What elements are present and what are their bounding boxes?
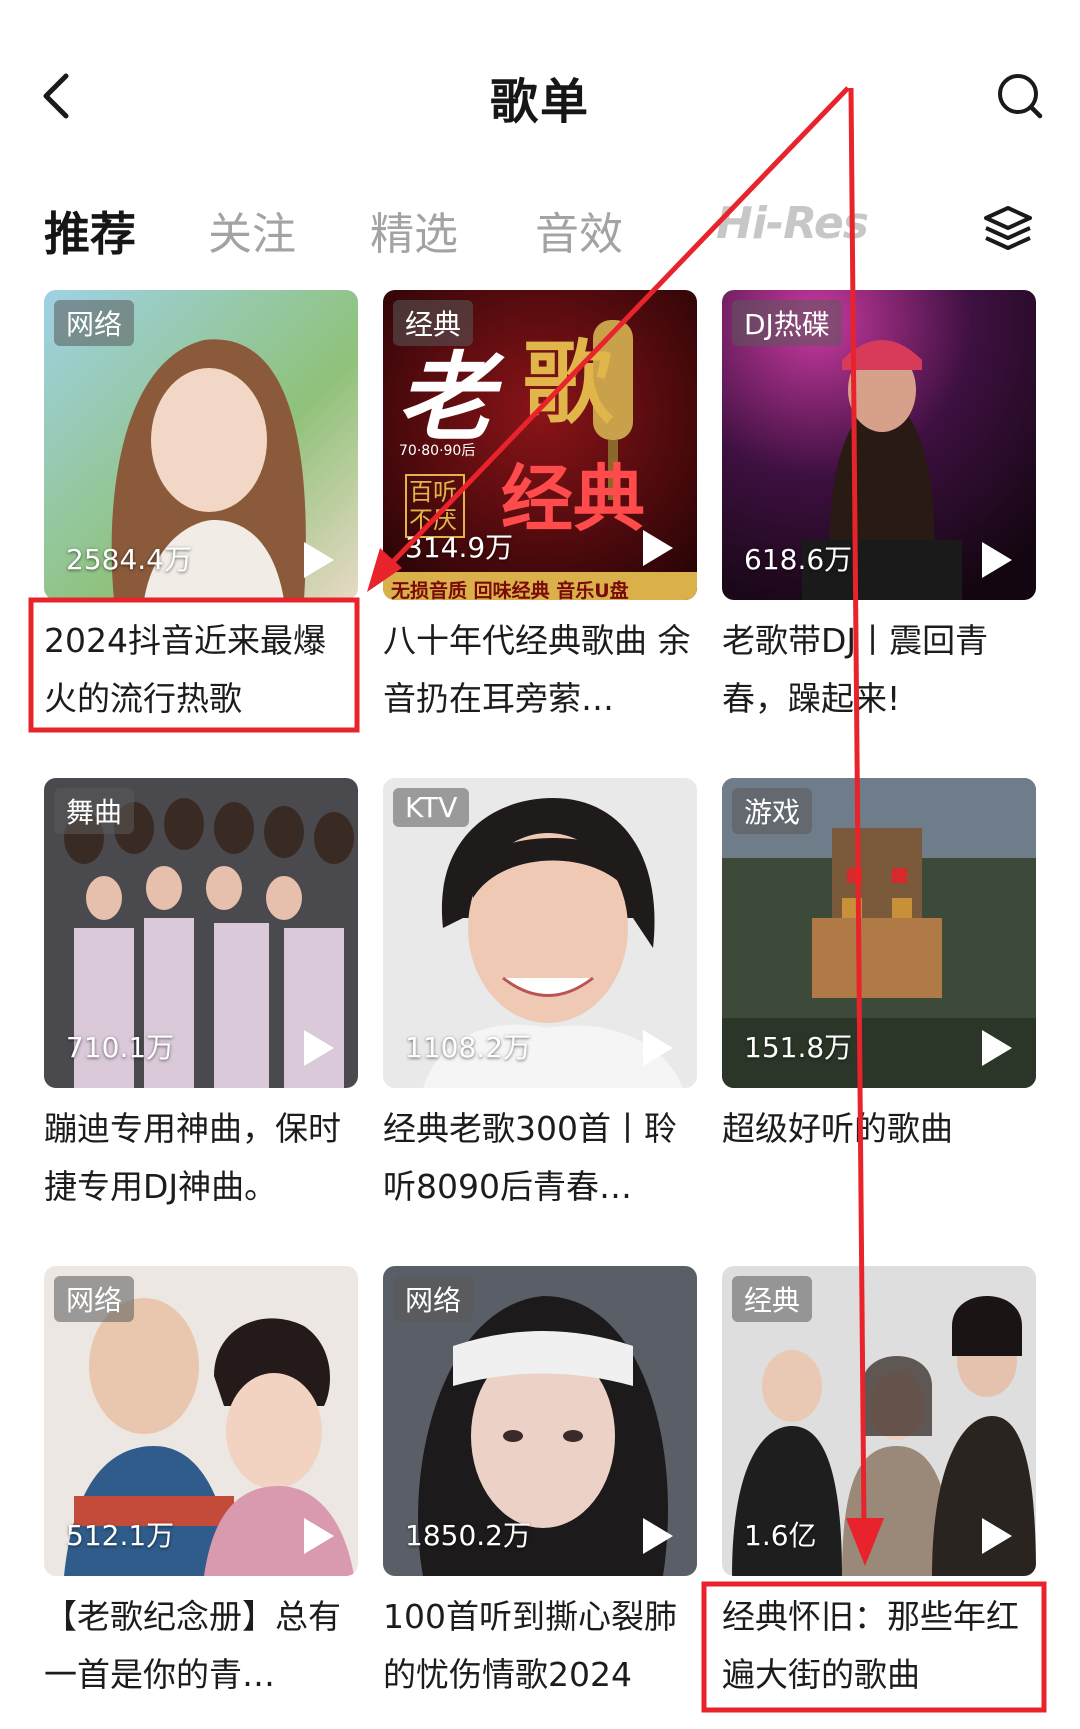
playlist-title[interactable]: 八十年代经典歌曲 余音扔在耳旁萦… xyxy=(383,612,697,728)
play-count: 314.9万 xyxy=(405,531,514,564)
playlist-card[interactable]: DJ热碟 618.6万 老歌带DJ丨震回青春，躁起来! xyxy=(722,290,1036,728)
playlist-card[interactable]: 经典 1.6亿 经典怀旧：那些年红遍大街的歌曲 xyxy=(722,1266,1036,1704)
category-tag: 游戏 xyxy=(732,788,813,834)
category-tag: 经典 xyxy=(732,1276,813,1322)
playlist-card[interactable]: 网络 2584.4万 2024抖音近来最爆火的流行热歌 xyxy=(44,290,358,728)
playlist-cover[interactable]: KTV 1108.2万 xyxy=(383,778,697,1088)
playlist-cover[interactable]: 老 歌 经典 70·80·90后 百听不厌 无损音质 回味经典 音乐U盘 经典 … xyxy=(383,290,697,600)
playlist-cover[interactable]: 网络 2584.4万 xyxy=(44,290,358,600)
cover-big-text: 经典 xyxy=(501,457,646,541)
category-tag: 网络 xyxy=(54,300,135,346)
category-tag: KTV xyxy=(393,788,470,827)
playlist-cover[interactable]: DJ热碟 618.6万 xyxy=(722,290,1036,600)
category-tag: 舞曲 xyxy=(54,788,135,834)
playlist-card[interactable]: 老 歌 经典 70·80·90后 百听不厌 无损音质 回味经典 音乐U盘 经典 … xyxy=(383,290,697,728)
category-tag: DJ热碟 xyxy=(732,300,842,346)
play-icon[interactable] xyxy=(978,1028,1014,1068)
play-icon[interactable] xyxy=(300,540,336,580)
playlist-cover[interactable]: 舞曲 710.1万 xyxy=(44,778,358,1088)
playlist-card[interactable]: 网络 512.1万 【老歌纪念册】总有一首是你的青… xyxy=(44,1266,358,1704)
play-count: 618.6万 xyxy=(744,543,853,576)
play-count: 151.8万 xyxy=(744,1031,853,1064)
playlist-title[interactable]: 【老歌纪念册】总有一首是你的青… xyxy=(44,1588,358,1704)
cover-bottom-text: 无损音质 回味经典 音乐U盘 xyxy=(391,580,629,600)
playlist-card[interactable]: 游戏 151.8万 超级好听的歌曲 xyxy=(722,778,1036,1216)
playlist-title[interactable]: 老歌带DJ丨震回青春，躁起来! xyxy=(722,612,1036,728)
playlist-title[interactable]: 蹦迪专用神曲，保时捷专用DJ神曲。 xyxy=(44,1100,358,1216)
playlist-grid: 网络 2584.4万 2024抖音近来最爆火的流行热歌 老 歌 经典 70·80… xyxy=(0,0,1080,1729)
playlist-title[interactable]: 2024抖音近来最爆火的流行热歌 xyxy=(44,612,358,728)
playlist-card[interactable]: 网络 1850.2万 100首听到撕心裂肺的忧伤情歌2024 xyxy=(383,1266,697,1704)
play-count: 1.6亿 xyxy=(744,1519,817,1552)
category-tag: 网络 xyxy=(393,1276,474,1322)
play-icon[interactable] xyxy=(639,528,675,568)
play-icon[interactable] xyxy=(300,1516,336,1556)
playlist-card[interactable]: 舞曲 710.1万 蹦迪专用神曲，保时捷专用DJ神曲。 xyxy=(44,778,358,1216)
cover-big-text: 歌 xyxy=(523,331,613,436)
playlist-title[interactable]: 经典怀旧：那些年红遍大街的歌曲 xyxy=(722,1588,1036,1704)
playlist-cover[interactable]: 游戏 151.8万 xyxy=(722,778,1036,1088)
playlist-cover[interactable]: 经典 1.6亿 xyxy=(722,1266,1036,1576)
play-icon[interactable] xyxy=(978,1516,1014,1556)
play-count: 512.1万 xyxy=(66,1519,175,1552)
play-count: 1108.2万 xyxy=(405,1031,531,1064)
cover-sub-text: 70·80·90后 xyxy=(399,443,476,459)
playlist-cover[interactable]: 网络 1850.2万 xyxy=(383,1266,697,1576)
play-count: 2584.4万 xyxy=(66,543,192,576)
category-tag: 网络 xyxy=(54,1276,135,1322)
play-icon[interactable] xyxy=(639,1028,675,1068)
play-icon[interactable] xyxy=(639,1516,675,1556)
category-tag: 经典 xyxy=(393,300,474,346)
playlist-cover[interactable]: 网络 512.1万 xyxy=(44,1266,358,1576)
play-icon[interactable] xyxy=(978,540,1014,580)
playlist-title[interactable]: 超级好听的歌曲 xyxy=(722,1100,1036,1216)
playlist-card[interactable]: KTV 1108.2万 经典老歌300首丨聆听8090后青春… xyxy=(383,778,697,1216)
play-count: 1850.2万 xyxy=(405,1519,531,1552)
play-icon[interactable] xyxy=(300,1028,336,1068)
playlist-title[interactable]: 经典老歌300首丨聆听8090后青春… xyxy=(383,1100,697,1216)
playlist-title[interactable]: 100首听到撕心裂肺的忧伤情歌2024 xyxy=(383,1588,697,1704)
play-count: 710.1万 xyxy=(66,1031,175,1064)
